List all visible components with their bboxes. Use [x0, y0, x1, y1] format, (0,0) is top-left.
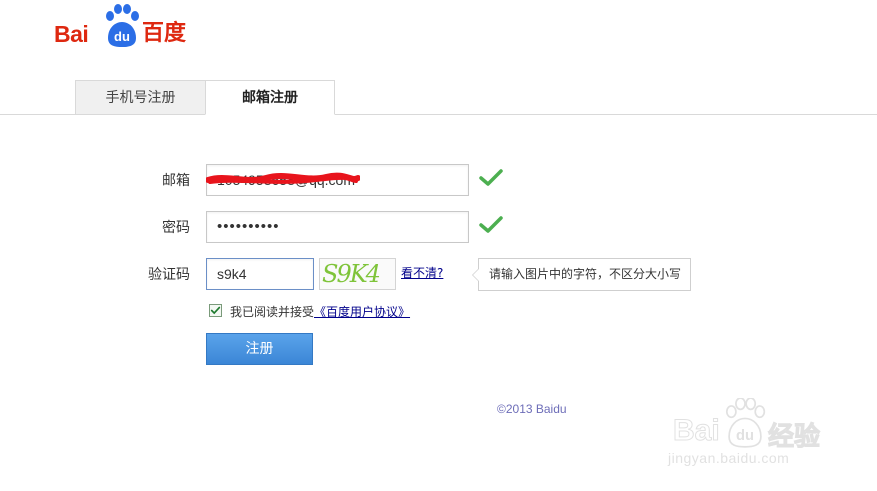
agreement-checkbox[interactable] [209, 304, 222, 317]
redaction-scribble [206, 172, 360, 184]
copyright-text: ©2013 Baidu [497, 402, 567, 416]
register-button[interactable]: 注册 [206, 333, 313, 365]
logo-cn-text: 百度 [142, 21, 187, 46]
baidu-jingyan-watermark: Bai du 经验 jingyan.baidu.com [668, 398, 868, 472]
captcha-input[interactable]: s9k4 [206, 258, 314, 290]
watermark-paw-text: du [736, 428, 754, 444]
password-label: 密码 [162, 220, 190, 236]
captcha-image[interactable]: S9K4 [319, 258, 396, 290]
email-valid-check-icon [479, 169, 503, 186]
watermark-url: jingyan.baidu.com [668, 450, 790, 466]
tab-email-register[interactable]: 邮箱注册 [205, 80, 335, 115]
checkbox-check-icon [210, 306, 221, 315]
password-field[interactable]: •••••••••• [206, 211, 469, 243]
captcha-label: 验证码 [148, 267, 190, 283]
captcha-hint-tooltip: 请输入图片中的字符，不区分大小写 [472, 258, 691, 291]
tab-phone-register[interactable]: 手机号注册 [75, 80, 206, 114]
agreement-link[interactable]: 《百度用户协议》 [314, 305, 410, 319]
password-valid-check-icon [479, 216, 503, 233]
agreement-text: 我已阅读并接受《百度用户协议》 [230, 303, 410, 320]
email-label: 邮箱 [162, 173, 190, 189]
watermark-paw-icon: du [725, 398, 766, 448]
captcha-hint-text: 请输入图片中的字符，不区分大小写 [489, 267, 682, 281]
watermark-latin: Bai [673, 414, 721, 448]
baidu-logo[interactable]: Bai du 百度 [54, 4, 194, 48]
agreement-prefix: 我已阅读并接受 [230, 305, 315, 319]
watermark-cn: 经验 [767, 422, 821, 453]
logo-latin-text: Bai [54, 21, 89, 47]
captcha-refresh-link[interactable]: 看不清? [401, 264, 443, 281]
tooltip-arrow-fill [473, 269, 479, 281]
paw-icon: du [106, 4, 139, 47]
captcha-image-text: S9K4 [322, 260, 381, 288]
logo-paw-text: du [114, 29, 130, 44]
